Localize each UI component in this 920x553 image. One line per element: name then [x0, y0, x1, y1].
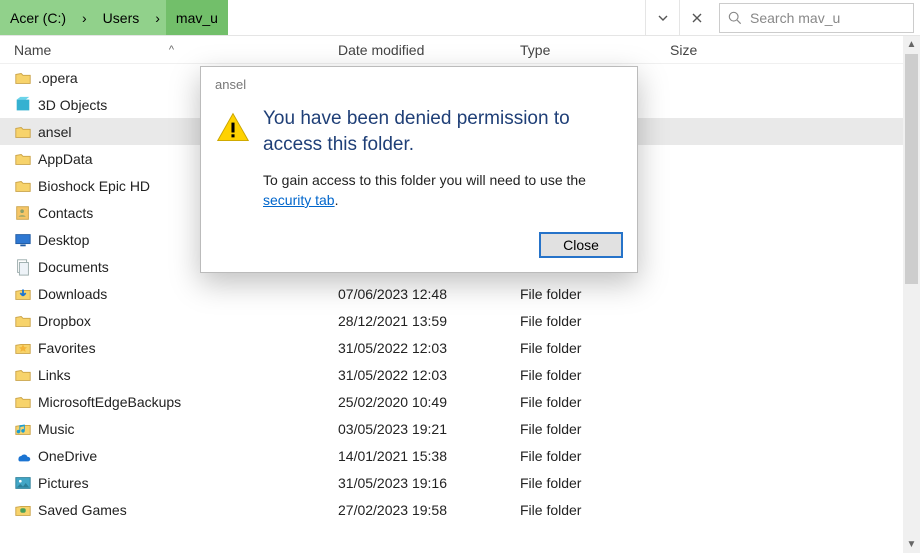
column-size-header[interactable]: Size — [670, 42, 697, 58]
file-date: 28/12/2021 13:59 — [338, 313, 520, 329]
file-row[interactable]: Dropbox28/12/2021 13:59File folder — [0, 307, 920, 334]
close-icon — [691, 12, 703, 24]
file-row[interactable]: Links31/05/2022 12:03File folder — [0, 361, 920, 388]
dropdown-button[interactable] — [645, 0, 679, 35]
scrollbar[interactable]: ▲ ▼ — [903, 36, 920, 553]
security-tab-link[interactable]: security tab — [263, 192, 335, 208]
games-icon — [14, 501, 38, 519]
folder-icon — [14, 150, 38, 168]
search-icon — [728, 11, 742, 25]
warning-icon — [215, 106, 263, 210]
contacts-icon — [14, 204, 38, 222]
close-tab-button[interactable] — [679, 0, 713, 35]
dialog-heading: You have been denied permission to acces… — [263, 106, 619, 157]
file-date: 27/02/2023 19:58 — [338, 502, 520, 518]
file-name: OneDrive — [38, 448, 338, 464]
breadcrumb: Acer (C:) › Users › mav_u — [0, 0, 228, 35]
column-headers: Name ^ Date modified Type Size — [0, 36, 920, 64]
breadcrumb-item-current[interactable]: mav_u — [166, 0, 228, 35]
folder-icon — [14, 393, 38, 411]
file-date: 31/05/2022 12:03 — [338, 367, 520, 383]
dialog-title: ansel — [201, 67, 637, 100]
folder-icon — [14, 312, 38, 330]
file-type: File folder — [520, 502, 670, 518]
toolbar: Acer (C:) › Users › mav_u Search mav_u — [0, 0, 920, 36]
file-name: Pictures — [38, 475, 338, 491]
pictures-icon — [14, 474, 38, 492]
file-row[interactable]: Saved Games27/02/2023 19:58File folder — [0, 496, 920, 523]
file-type: File folder — [520, 421, 670, 437]
file-type: File folder — [520, 475, 670, 491]
file-name: Dropbox — [38, 313, 338, 329]
documents-icon — [14, 258, 38, 276]
file-date: 31/05/2022 12:03 — [338, 340, 520, 356]
3d-icon — [14, 96, 38, 114]
folder-icon — [14, 366, 38, 384]
breadcrumb-item[interactable]: Users — [93, 0, 150, 35]
music-icon — [14, 420, 38, 438]
file-type: File folder — [520, 367, 670, 383]
scroll-up-icon[interactable]: ▲ — [903, 36, 920, 53]
file-type: File folder — [520, 313, 670, 329]
desktop-icon — [14, 231, 38, 249]
file-row[interactable]: Pictures31/05/2023 19:16File folder — [0, 469, 920, 496]
file-type: File folder — [520, 286, 670, 302]
chevron-right-icon[interactable]: › — [149, 10, 166, 26]
file-type: File folder — [520, 394, 670, 410]
permission-denied-dialog: ansel You have been denied permission to… — [200, 66, 638, 273]
folder-icon — [14, 69, 38, 87]
file-date: 25/02/2020 10:49 — [338, 394, 520, 410]
chevron-down-icon — [657, 12, 669, 24]
scroll-down-icon[interactable]: ▼ — [903, 536, 920, 553]
file-row[interactable]: Downloads07/06/2023 12:48File folder — [0, 280, 920, 307]
column-name-header[interactable]: Name ^ — [14, 42, 182, 58]
sort-caret-icon: ^ — [169, 44, 174, 56]
file-name: MicrosoftEdgeBackups — [38, 394, 338, 410]
file-name: Saved Games — [38, 502, 338, 518]
onedrive-icon — [14, 447, 38, 465]
file-date: 07/06/2023 12:48 — [338, 286, 520, 302]
downloads-icon — [14, 285, 38, 303]
file-row[interactable]: MicrosoftEdgeBackups25/02/2020 10:49File… — [0, 388, 920, 415]
search-placeholder: Search mav_u — [750, 10, 840, 26]
file-name: Music — [38, 421, 338, 437]
file-date: 14/01/2021 15:38 — [338, 448, 520, 464]
file-row[interactable]: OneDrive14/01/2021 15:38File folder — [0, 442, 920, 469]
folder-icon — [14, 123, 38, 141]
file-date: 03/05/2023 19:21 — [338, 421, 520, 437]
folder-icon — [14, 177, 38, 195]
dialog-message: To gain access to this folder you will n… — [263, 171, 619, 210]
file-date: 31/05/2023 19:16 — [338, 475, 520, 491]
breadcrumb-item[interactable]: Acer (C:) — [0, 0, 76, 35]
file-row[interactable]: Music03/05/2023 19:21File folder — [0, 415, 920, 442]
column-type-header[interactable]: Type — [520, 42, 670, 58]
scroll-thumb[interactable] — [905, 54, 918, 284]
close-button[interactable]: Close — [539, 232, 623, 258]
file-name: Favorites — [38, 340, 338, 356]
search-input[interactable]: Search mav_u — [719, 3, 914, 33]
file-type: File folder — [520, 340, 670, 356]
file-name: Downloads — [38, 286, 338, 302]
file-name: Links — [38, 367, 338, 383]
favorites-icon — [14, 339, 38, 357]
chevron-right-icon[interactable]: › — [76, 10, 93, 26]
file-type: File folder — [520, 448, 670, 464]
file-row[interactable]: Favorites31/05/2022 12:03File folder — [0, 334, 920, 361]
column-date-header[interactable]: Date modified — [338, 42, 520, 58]
